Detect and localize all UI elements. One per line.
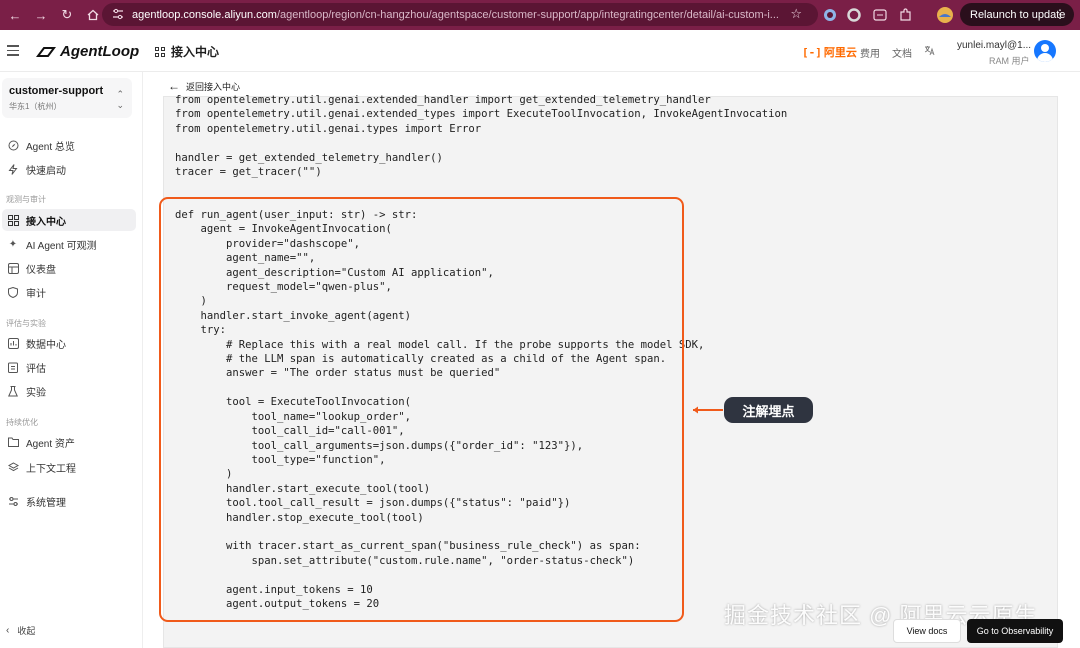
home-icon[interactable] bbox=[82, 4, 104, 26]
flask-icon bbox=[7, 385, 19, 397]
code-line: tracer = get_tracer("") bbox=[175, 166, 322, 179]
sidebar-item-experiment[interactable]: 实验 bbox=[2, 380, 136, 402]
extension-ring-icon[interactable] bbox=[846, 7, 862, 23]
back-arrow-icon[interactable]: ← bbox=[4, 4, 26, 26]
folder-icon bbox=[7, 436, 19, 448]
hamburger-menu-icon[interactable] bbox=[7, 45, 19, 56]
sidebar-item-label: 数据中心 bbox=[26, 339, 66, 351]
sidebar-item-audit[interactable]: 审计 bbox=[2, 281, 136, 303]
sparkle-icon: ✦ bbox=[8, 238, 18, 250]
grid-icon bbox=[7, 214, 19, 226]
sidebar-item-label: 实验 bbox=[26, 387, 46, 399]
sidebar-item-label: Agent 资产 bbox=[26, 438, 75, 450]
code-line: from opentelemetry.util.genai.extended_t… bbox=[175, 108, 788, 121]
back-label: 返回接入中心 bbox=[186, 81, 241, 92]
address-bar[interactable]: agentloop.console.aliyun.com/agentloop/r… bbox=[102, 3, 818, 26]
lightning-icon bbox=[7, 163, 19, 175]
shield-icon bbox=[7, 286, 19, 298]
app-header: AgentLoop 接入中心 [-] 阿里云 费用 文档 yunlei.mayl… bbox=[0, 30, 1080, 72]
url-path: /agentloop/region/cn-hangzhou/agentspace… bbox=[276, 8, 779, 21]
sidebar-item-context-engineering[interactable]: 上下文工程 bbox=[2, 456, 136, 478]
sidebar-item-agent-overview[interactable]: Agent 总览 bbox=[2, 134, 136, 156]
layers-icon bbox=[7, 461, 19, 473]
back-arrow-icon: ← bbox=[168, 79, 180, 93]
user-avatar-icon[interactable] bbox=[1034, 40, 1056, 62]
logo-text: AgentLoop bbox=[60, 43, 140, 60]
grid-icon bbox=[155, 46, 165, 57]
chevron-updown-icon: ⌃ ⌄ bbox=[116, 89, 124, 110]
chevron-left-icon: ‹ bbox=[6, 625, 10, 636]
collapse-sidebar-button[interactable]: ‹ 收起 bbox=[6, 624, 35, 637]
puzzle-extension-icon[interactable] bbox=[898, 7, 914, 23]
view-docs-button[interactable]: View docs bbox=[893, 619, 961, 643]
translate-icon[interactable] bbox=[924, 45, 935, 59]
reload-icon[interactable]: ↻ bbox=[56, 4, 78, 26]
sidebar: customer-support 华东1（杭州） ⌃ ⌄ Agent 总览 快速启… bbox=[0, 72, 143, 648]
sidebar-item-label: 接入中心 bbox=[26, 216, 66, 228]
clipboard-icon bbox=[7, 361, 19, 373]
relaunch-button[interactable]: Relaunch to update ⋮ bbox=[960, 3, 1074, 26]
annotation-label: 注解埋点 bbox=[724, 397, 813, 423]
annotation-arrow-icon bbox=[693, 406, 723, 414]
code-line: handler = get_extended_telemetry_handler… bbox=[175, 151, 443, 164]
docs-link[interactable]: 文档 bbox=[892, 45, 912, 60]
workspace-selector[interactable]: customer-support 华东1（杭州） ⌃ ⌄ bbox=[2, 78, 132, 118]
bookmark-star-icon[interactable]: ☆ bbox=[790, 6, 802, 22]
nav-group-observe: 观测与审计 bbox=[6, 195, 46, 204]
sidebar-item-system-management[interactable]: 系统管理 bbox=[2, 490, 136, 512]
url-host: agentloop.console.aliyun.com bbox=[132, 8, 277, 21]
settings-icon bbox=[7, 495, 19, 507]
sidebar-item-evaluation[interactable]: 评估 bbox=[2, 356, 136, 378]
profile-avatar-icon[interactable] bbox=[936, 6, 954, 24]
collapse-label: 收起 bbox=[17, 626, 36, 636]
relaunch-label: Relaunch to update bbox=[970, 8, 1066, 21]
sidebar-item-label: 审计 bbox=[26, 288, 46, 300]
sidebar-item-label: 评估 bbox=[26, 363, 46, 375]
more-menu-icon[interactable]: ⋮ bbox=[1054, 7, 1066, 21]
user-role: RAM 用户 bbox=[989, 56, 1030, 66]
sidebar-item-agent-assets[interactable]: Agent 资产 bbox=[2, 431, 136, 453]
sidebar-item-label: 上下文工程 bbox=[26, 463, 76, 475]
back-to-integration-center[interactable]: ← 返回接入中心 bbox=[168, 79, 240, 93]
extension-box-icon[interactable] bbox=[872, 7, 888, 23]
sidebar-item-label: Agent 总览 bbox=[26, 141, 75, 153]
code-imports: from opentelemetry.util.genai.extended_h… bbox=[175, 93, 787, 179]
sidebar-item-data-center[interactable]: 数据中心 bbox=[2, 332, 136, 354]
nav-group-optimize: 持续优化 bbox=[6, 418, 38, 427]
sidebar-item-integration-center[interactable]: 接入中心 bbox=[2, 209, 136, 231]
go-to-observability-button[interactable]: Go to Observability bbox=[967, 619, 1063, 643]
page-title: 接入中心 bbox=[155, 43, 219, 60]
extension-circle-icon[interactable] bbox=[822, 7, 838, 23]
workspace-name: customer-support bbox=[9, 85, 104, 97]
billing-link[interactable]: 费用 bbox=[860, 45, 880, 60]
aliyun-logo[interactable]: [-] 阿里云 bbox=[802, 44, 857, 60]
sidebar-item-label: 仪表盘 bbox=[26, 264, 56, 276]
sidebar-item-label: 系统管理 bbox=[26, 497, 66, 509]
nav-group-evaluation: 评估与实验 bbox=[6, 319, 46, 328]
annotation-highlight-box bbox=[159, 197, 684, 622]
sidebar-item-quick-start[interactable]: 快速启动 bbox=[2, 158, 136, 180]
code-line: from opentelemetry.util.genai.types impo… bbox=[175, 122, 482, 135]
page-title-text: 接入中心 bbox=[171, 45, 220, 59]
dashboard-icon bbox=[7, 262, 19, 274]
code-line: from opentelemetry.util.genai.extended_h… bbox=[175, 94, 711, 106]
site-settings-icon[interactable] bbox=[112, 8, 124, 23]
browser-toolbar: ← → ↻ agentloop.console.aliyun.com/agent… bbox=[0, 0, 1080, 30]
forward-arrow-icon[interactable]: → bbox=[30, 4, 52, 26]
compass-icon bbox=[7, 139, 19, 151]
user-name[interactable]: yunlei.mayl@1... bbox=[957, 40, 1031, 51]
agentloop-logo-icon bbox=[36, 46, 56, 57]
agentloop-logo[interactable]: AgentLoop bbox=[36, 43, 139, 60]
aliyun-bracket-icon: [-] bbox=[802, 45, 822, 59]
sidebar-item-label: AI Agent 可观测 bbox=[26, 240, 97, 252]
sidebar-item-dashboard[interactable]: 仪表盘 bbox=[2, 257, 136, 279]
sidebar-item-label: 快速启动 bbox=[26, 165, 66, 177]
sidebar-item-ai-agent-observability[interactable]: ✦ AI Agent 可观测 bbox=[2, 233, 136, 255]
aliyun-label: 阿里云 bbox=[823, 47, 857, 59]
workspace-region: 华东1（杭州） bbox=[9, 102, 62, 111]
database-icon bbox=[7, 337, 19, 349]
